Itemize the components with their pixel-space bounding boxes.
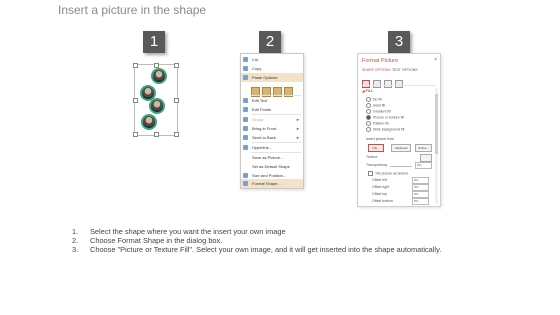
pane-scrollbar-thumb[interactable]: [435, 94, 438, 154]
texture-label: Texture: [366, 155, 378, 159]
resize-handle[interactable]: [133, 63, 138, 68]
file-button[interactable]: File...: [368, 144, 384, 152]
link-icon: [243, 145, 248, 150]
offset-right-field[interactable]: 0%: [412, 184, 429, 191]
menu-item-cut[interactable]: Cut: [241, 55, 303, 64]
clipboard-button[interactable]: Clipboard: [391, 144, 411, 152]
transparency-label: Transparency: [366, 163, 388, 167]
resize-handle[interactable]: [154, 132, 159, 137]
radio-gradient-fill[interactable]: Gradient fill: [366, 109, 391, 114]
menu-item-send-to-back[interactable]: Send to Back ►: [241, 133, 303, 142]
context-menu: Cut Copy Paste Options: Edit Text Edit P…: [240, 53, 304, 189]
menu-item-group[interactable]: Group ►: [241, 115, 303, 124]
resize-handle[interactable]: [133, 132, 138, 137]
bring-front-icon: [243, 126, 248, 131]
step-badge-3: 3: [388, 31, 410, 53]
radio-no-fill[interactable]: No fill: [366, 97, 382, 102]
tile-checkbox[interactable]: Tile picture as texture: [368, 171, 408, 176]
copy-icon: [243, 66, 248, 71]
photo-circle: [149, 98, 165, 114]
paste-icon: [243, 75, 248, 80]
submenu-arrow-icon: ►: [296, 126, 300, 131]
menu-item-hyperlink[interactable]: Hyperlink...: [241, 143, 303, 152]
online-button[interactable]: Online...: [415, 144, 432, 152]
menu-item-edit-text[interactable]: Edit Text: [241, 96, 303, 105]
close-icon[interactable]: ×: [434, 57, 437, 63]
page-title: Insert a picture in the shape: [58, 3, 207, 17]
menu-item-paste-options[interactable]: Paste Options:: [241, 73, 303, 82]
resize-handle[interactable]: [174, 63, 179, 68]
offset-bottom-label: Offset bottom: [372, 199, 393, 203]
step-badge-1: 1: [143, 31, 165, 53]
fill-line-icon[interactable]: [362, 80, 370, 88]
offset-top-field[interactable]: 0%: [412, 191, 429, 198]
text-icon: [243, 98, 248, 103]
menu-item-set-default-shape[interactable]: Set as Default Shape: [241, 162, 303, 171]
scissors-icon: [243, 57, 248, 62]
transparency-value[interactable]: 0%: [415, 162, 432, 169]
tab-text-options[interactable]: TEXT OPTIONS: [392, 68, 418, 72]
submenu-arrow-icon: ►: [296, 117, 300, 122]
size-icon: [243, 173, 248, 178]
menu-item-copy[interactable]: Copy: [241, 64, 303, 73]
format-picture-pane: Format Picture × SHAPE OPTIONS TEXT OPTI…: [357, 53, 441, 207]
effects-icon[interactable]: [373, 80, 381, 88]
resize-handle[interactable]: [133, 98, 138, 103]
menu-item-bring-to-front[interactable]: Bring to Front ►: [241, 124, 303, 133]
submenu-arrow-icon: ►: [296, 135, 300, 140]
texture-dropdown[interactable]: [420, 154, 432, 162]
radio-solid-fill[interactable]: Solid fill: [366, 103, 385, 108]
tab-shape-options[interactable]: SHAPE OPTIONS: [362, 68, 391, 72]
menu-item-format-shape[interactable]: Format Shape...: [241, 179, 303, 188]
resize-handle[interactable]: [174, 98, 179, 103]
radio-slide-background-fill[interactable]: Slide background fill: [366, 127, 404, 132]
pane-title: Format Picture: [362, 58, 399, 64]
photo-circle: [151, 68, 167, 84]
resize-handle[interactable]: [174, 132, 179, 137]
paste-option-buttons: [251, 84, 295, 97]
step-badge-2: 2: [259, 31, 281, 53]
picture-icon[interactable]: [395, 80, 403, 88]
offset-top-label: Offset top: [372, 192, 388, 196]
menu-item-edit-points[interactable]: Edit Points: [241, 105, 303, 114]
send-back-icon: [243, 135, 248, 140]
offset-left-field[interactable]: 0%: [412, 177, 429, 184]
radio-picture-texture-fill[interactable]: Picture or texture fill: [366, 115, 404, 120]
radio-pattern-fill[interactable]: Pattern fill: [366, 121, 389, 126]
offset-bottom-field[interactable]: 0%: [412, 198, 429, 205]
menu-item-save-as-picture[interactable]: Save as Picture...: [241, 153, 303, 162]
size-properties-icon[interactable]: [384, 80, 392, 88]
selected-shape[interactable]: [133, 63, 179, 137]
pane-divider: [362, 85, 436, 86]
group-icon: [243, 117, 248, 122]
transparency-slider[interactable]: [390, 166, 412, 167]
points-icon: [243, 107, 248, 112]
format-shape-icon: [243, 181, 248, 186]
photo-circle: [141, 114, 157, 130]
offset-left-label: Offset left: [372, 178, 387, 182]
insert-from-label: Insert picture from: [366, 137, 395, 141]
offset-right-label: Offset right: [372, 185, 390, 189]
fill-section-header[interactable]: ◢ FILL: [362, 89, 373, 93]
